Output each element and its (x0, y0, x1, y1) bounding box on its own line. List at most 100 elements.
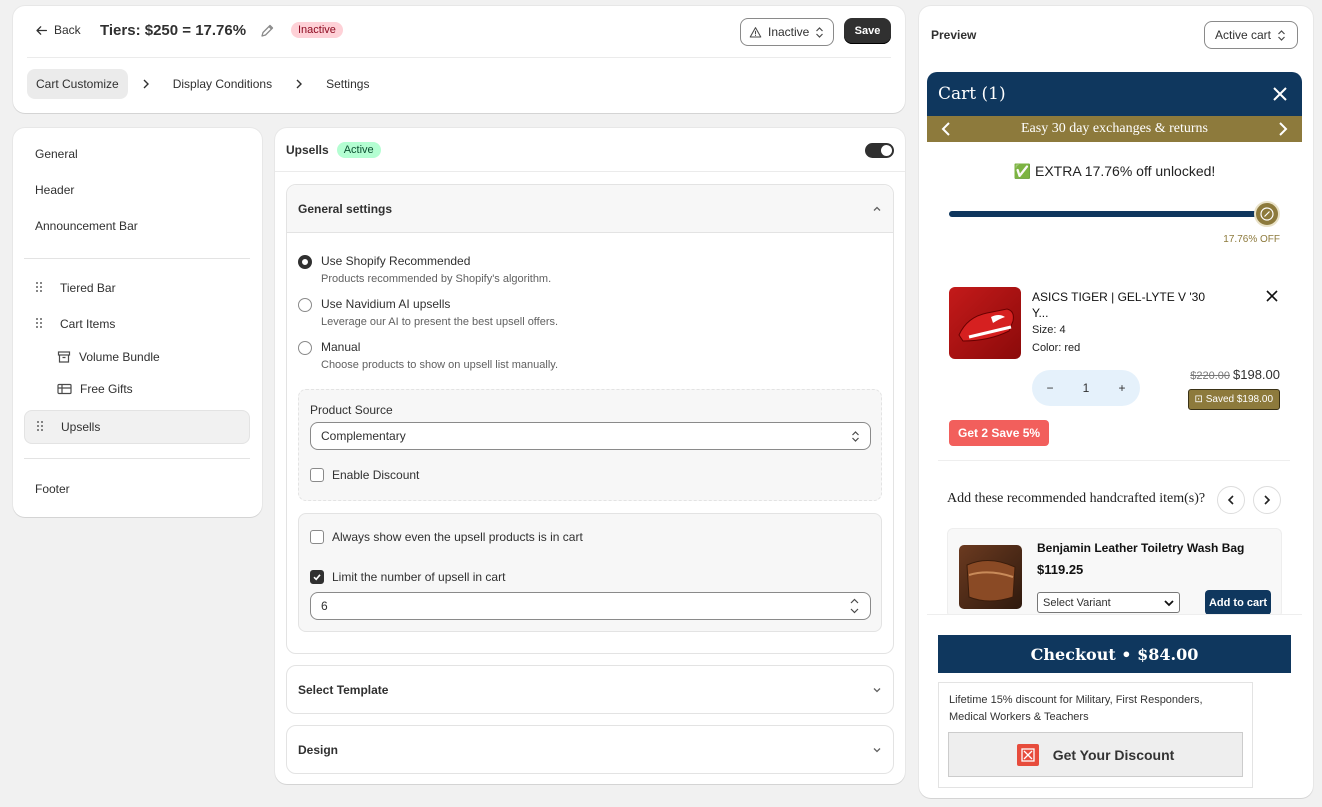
sidebar-item-footer[interactable]: Footer (24, 472, 250, 506)
chevron-right-icon (281, 79, 317, 89)
sidebar-item-volume-bundle[interactable]: Volume Bundle (57, 345, 160, 369)
cart-footer: Checkout • $84.00 Lifetime 15% discount … (927, 614, 1302, 797)
option-shopify-recommended[interactable]: Use Shopify Recommended Products recomme… (298, 254, 551, 285)
product-thumbnail (949, 287, 1021, 359)
drag-handle-icon[interactable] (35, 281, 49, 296)
check-icon (313, 574, 321, 581)
warning-icon (749, 26, 762, 37)
announcement-text: Easy 30 day exchanges & returns (1021, 121, 1208, 136)
chevron-right-icon[interactable] (1278, 122, 1288, 136)
tag-icon: ⊡ (1194, 394, 1206, 405)
limit-number-input[interactable]: 6 (310, 592, 871, 620)
volume-offer-button[interactable]: Get 2 Save 5% (949, 420, 1050, 446)
active-badge: Active (336, 141, 381, 158)
discount-badge-icon (1254, 201, 1280, 227)
sidebar-item-label: Volume Bundle (79, 350, 160, 364)
step-cart-customize[interactable]: Cart Customize (27, 69, 128, 99)
box-icon (57, 351, 71, 363)
sidebar-item-tiered-bar[interactable]: Tiered Bar (24, 271, 250, 305)
radio-button[interactable] (298, 298, 312, 312)
radio-button[interactable] (298, 341, 312, 355)
upsells-panel: Upsells Active General settings Use Shop… (275, 128, 905, 784)
sidebar-item-free-gifts[interactable]: Free Gifts (57, 377, 133, 401)
option-label: Use Shopify Recommended (321, 254, 471, 268)
close-icon[interactable] (1272, 86, 1288, 102)
get-discount-button[interactable]: Get Your Discount (948, 732, 1243, 777)
tier-progress-fill (949, 211, 1267, 217)
select-arrows-icon (852, 430, 859, 442)
chevron-down-icon (873, 748, 881, 753)
sidebar-item-upsells[interactable]: Upsells (24, 410, 250, 444)
limit-row[interactable]: Limit the number of upsell in cart (310, 570, 505, 584)
cart-divider (938, 460, 1290, 461)
drag-handle-icon[interactable] (35, 317, 49, 332)
quantity-stepper[interactable]: − 1 + (1032, 370, 1140, 406)
number-stepper-icon[interactable] (849, 596, 860, 616)
sale-price: $198.00 (1233, 367, 1280, 382)
original-price: $220.00 (1190, 370, 1230, 382)
recommended-product-card: Benjamin Leather Toiletry Wash Bag $119.… (947, 528, 1282, 618)
select-template-section[interactable]: Select Template (286, 665, 894, 714)
save-button[interactable]: Save (844, 18, 891, 44)
sidebar-item-label: Free Gifts (80, 382, 133, 396)
product-name: ASICS TIGER | GEL-LYTE V '30 Y... (1032, 290, 1206, 320)
status-badge: Inactive (291, 22, 343, 38)
recommendations-title: Add these recommended handcrafted item(s… (947, 491, 1206, 506)
option-navidium-ai[interactable]: Use Navidium AI upsells Leverage our AI … (298, 297, 558, 328)
variant-select[interactable]: Select Variant (1037, 592, 1180, 613)
section-title: General settings (298, 201, 393, 216)
minus-icon[interactable]: − (1047, 381, 1054, 395)
sidebar-divider (24, 258, 250, 259)
option-manual[interactable]: Manual Choose products to show on upsell… (298, 340, 558, 371)
step-display-conditions[interactable]: Display Conditions (164, 69, 281, 99)
rec-prev-button[interactable] (1217, 486, 1245, 514)
recommended-product-name: Benjamin Leather Toiletry Wash Bag (1037, 541, 1245, 555)
chevron-left-icon[interactable] (941, 122, 951, 136)
sidebar-item-announcement-bar[interactable]: Announcement Bar (24, 209, 250, 243)
option-label: Use Navidium AI upsells (321, 297, 451, 311)
discount-description: Lifetime 15% discount for Military, Firs… (949, 694, 1203, 723)
panel-title: Upsells (286, 142, 329, 157)
option-help: Products recommended by Shopify's algori… (321, 273, 552, 285)
enable-discount-checkbox[interactable] (310, 468, 324, 482)
back-button[interactable]: Back (35, 23, 81, 37)
remove-item-icon[interactable] (1266, 290, 1278, 302)
sidebar-divider (24, 458, 250, 459)
plus-icon[interactable]: + (1118, 381, 1125, 395)
enable-discount-row[interactable]: Enable Discount (310, 468, 419, 482)
select-arrows-icon (1278, 29, 1285, 41)
sidebar-item-cart-items[interactable]: Cart Items (24, 307, 250, 341)
product-prices: $220.00 $198.00 (1190, 367, 1280, 382)
limit-checkbox[interactable] (310, 570, 324, 584)
add-to-cart-button[interactable]: Add to cart (1205, 590, 1271, 615)
always-show-checkbox[interactable] (310, 530, 324, 544)
saved-text: Saved $198.00 (1205, 394, 1273, 405)
always-show-row[interactable]: Always show even the upsell products is … (310, 530, 583, 544)
checkout-button[interactable]: Checkout • $84.00 (938, 635, 1291, 673)
upsells-toggle[interactable] (865, 143, 894, 158)
sidebar-item-header[interactable]: Header (24, 173, 250, 207)
page-title: Tiers: $250 = 17.76% (100, 22, 247, 39)
drag-handle-icon[interactable] (36, 420, 50, 435)
step-settings[interactable]: Settings (317, 69, 378, 99)
rec-next-button[interactable] (1253, 486, 1281, 514)
option-help: Choose products to show on upsell list m… (321, 359, 559, 371)
pencil-icon[interactable] (259, 23, 275, 39)
limit-box: Always show even the upsell products is … (298, 513, 882, 632)
status-select[interactable]: Inactive (740, 18, 834, 46)
recommended-product-thumbnail (959, 545, 1022, 609)
sidebar-item-general[interactable]: General (24, 137, 250, 171)
general-settings-header[interactable]: General settings (287, 185, 893, 233)
product-source-value: Complementary (321, 429, 406, 443)
design-section[interactable]: Design (286, 725, 894, 774)
product-source-box: Product Source Complementary Enable Disc… (298, 389, 882, 501)
get-discount-label: Get Your Discount (1052, 746, 1175, 763)
option-label: Manual (321, 340, 361, 354)
tier-unlocked-message: ✅ EXTRA 17.76% off unlocked! (1013, 163, 1216, 179)
product-source-label: Product Source (310, 403, 393, 417)
radio-button[interactable] (298, 255, 312, 269)
quantity-value: 1 (1082, 381, 1090, 395)
preview-mode-select[interactable]: Active cart (1204, 21, 1298, 49)
product-source-select[interactable]: Complementary (310, 422, 871, 450)
panel-header: Upsells Active (275, 128, 905, 172)
